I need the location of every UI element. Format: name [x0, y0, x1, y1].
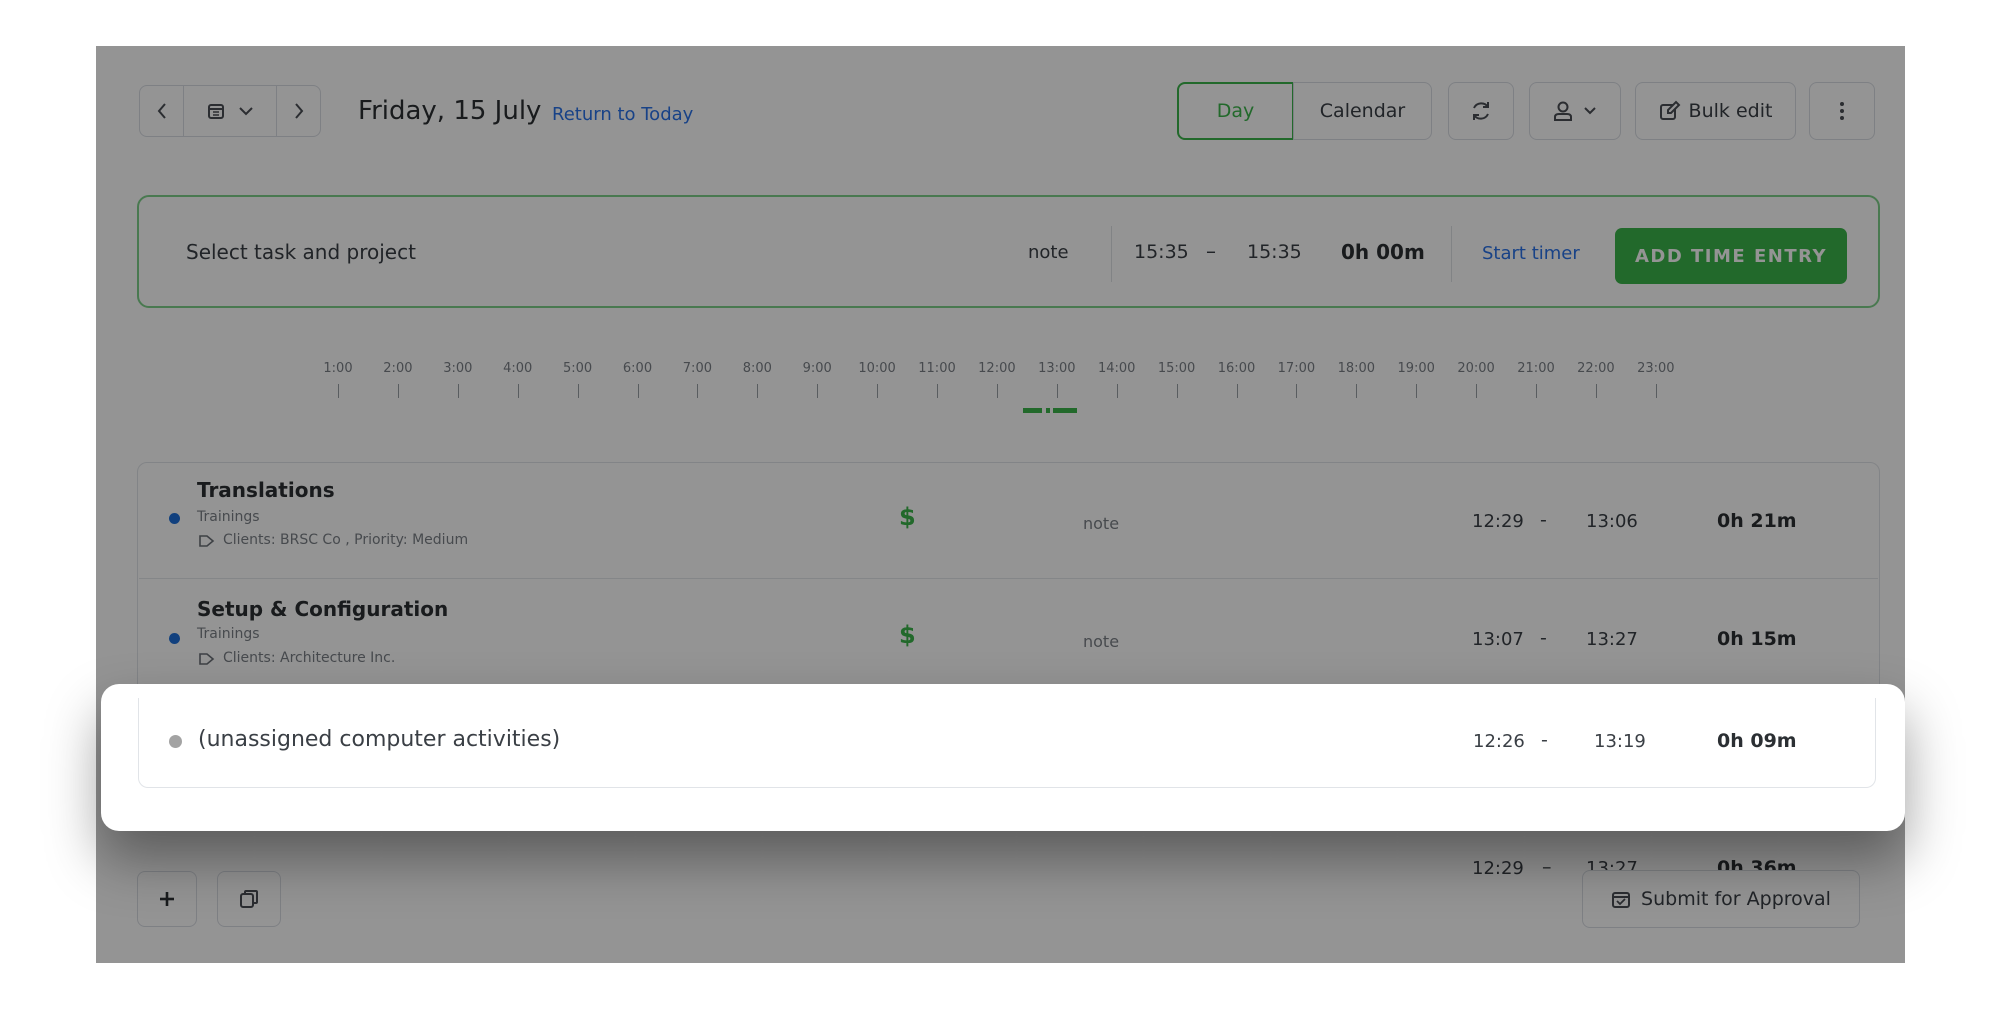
timeline-tick: [877, 384, 879, 398]
timeline-tick: [1655, 384, 1657, 398]
timeline-tick: [1116, 384, 1118, 398]
timeline-hour-label: 17:00: [1277, 361, 1316, 376]
timeline-tick: [397, 384, 399, 398]
calendar-check-icon: [1612, 892, 1631, 908]
timeline-tick: [1595, 384, 1597, 398]
timeline-hour-label: 18:00: [1337, 361, 1376, 376]
total-dash: –: [1542, 856, 1552, 878]
entry-project-name: Trainings: [197, 509, 260, 525]
timeline-tick: [637, 384, 639, 398]
total-start-time: 12:29: [1472, 858, 1524, 879]
entry-tags: Clients: Architecture Inc.: [223, 650, 396, 666]
row-divider: [139, 578, 1878, 579]
entry-dash: -: [1540, 627, 1547, 649]
timeline-tick: [757, 384, 759, 398]
timeline-tick: [1296, 384, 1298, 398]
timeline-hour-label: 11:00: [918, 361, 956, 376]
timeline-activity-bar: [1023, 408, 1042, 413]
unassigned-start-time[interactable]: 12:26: [1473, 731, 1525, 752]
timeline-hour-label: 8:00: [742, 361, 772, 376]
timeline-hour-label: 13:00: [1038, 361, 1076, 376]
timeline-hour-label: 21:00: [1517, 361, 1555, 376]
timeline-activity-bar: [1046, 408, 1050, 413]
unassigned-activities-label[interactable]: (unassigned computer activities): [198, 727, 560, 752]
timeline-hour-label: 10:00: [858, 361, 896, 376]
timeline-hour-label: 6:00: [622, 361, 653, 376]
timeline-hour-label: 3:00: [443, 361, 473, 376]
entries-list: [137, 462, 1880, 712]
timeline-tick: [697, 384, 699, 398]
status-dot: [169, 513, 180, 524]
entry-note[interactable]: note: [1083, 632, 1119, 651]
timeline-tick: [1416, 384, 1418, 398]
status-dot: [169, 633, 180, 644]
entry-tags: Clients: BRSC Co , Priority: Medium: [223, 532, 469, 548]
timeline-hour-label: 20:00: [1457, 361, 1495, 376]
timeline-hour-label: 22:00: [1577, 361, 1615, 376]
entry-start-time[interactable]: 12:29: [1472, 511, 1524, 532]
timeline-tick: [457, 384, 459, 398]
day-timeline: 1:00 2:00 3:00 4:00 5:00 6:00 7:00 8:00 9:00 10:0…: [96, 46, 1905, 406]
add-entry-button[interactable]: [137, 871, 197, 927]
timeline-tick: [937, 384, 938, 398]
timeline-tick: [1356, 384, 1358, 398]
unassigned-end-time[interactable]: 13:19: [1594, 731, 1646, 752]
copy-entries-button[interactable]: [217, 871, 281, 927]
timeline-tick: [517, 384, 519, 398]
timeline-hour-label: 19:00: [1397, 361, 1435, 376]
timeline-tick: [338, 384, 339, 398]
entry-note[interactable]: note: [1083, 514, 1119, 533]
timeline-tick: [817, 384, 819, 398]
timeline-tick: [1236, 384, 1238, 398]
timeline-tick: [1056, 384, 1058, 398]
submit-approval-button[interactable]: Submit for Approval: [1582, 870, 1860, 928]
status-dot: [169, 735, 182, 748]
entry-task-name[interactable]: Setup & Configuration: [197, 597, 448, 621]
timeline-tick: [1176, 384, 1178, 398]
entry-project-name: Trainings: [197, 626, 260, 642]
timeline-hour-label: 1:00: [323, 361, 353, 376]
billable-icon[interactable]: $: [899, 503, 916, 531]
timeline-tick: [996, 384, 998, 398]
unassigned-duration[interactable]: 0h 09m: [1717, 730, 1797, 752]
timeline-hour-label: 14:00: [1097, 361, 1136, 376]
timeline-hour-label: 12:00: [978, 361, 1016, 376]
timeline-tick: [1536, 384, 1537, 398]
entry-end-time[interactable]: 13:06: [1586, 511, 1638, 532]
entry-start-time[interactable]: 13:07: [1472, 629, 1524, 650]
timeline-activity-bar: [1053, 408, 1077, 413]
entry-task-name[interactable]: Translations: [197, 478, 335, 502]
timeline-hour-label: 2:00: [383, 361, 413, 376]
submit-approval-label: Submit for Approval: [1641, 888, 1831, 910]
timeline-hour-label: 9:00: [802, 361, 832, 376]
timeline-hour-label: 15:00: [1157, 361, 1196, 376]
tag-icon: [199, 533, 215, 552]
timeline-hour-label: 5:00: [562, 361, 593, 376]
timeline-hour-label: 16:00: [1217, 361, 1256, 376]
highlighted-unassigned-row: (unassigned computer activities) 12:26 -…: [101, 684, 1905, 831]
plus-icon: [160, 892, 174, 906]
timeline-tick: [577, 384, 579, 398]
tag-icon: [199, 651, 215, 670]
entry-end-time[interactable]: 13:27: [1586, 629, 1638, 650]
timeline-tick: [1476, 384, 1478, 398]
unassigned-dash: -: [1541, 729, 1548, 751]
entry-duration[interactable]: 0h 15m: [1717, 628, 1797, 650]
entry-duration[interactable]: 0h 21m: [1717, 510, 1797, 532]
timeline-hour-label: 4:00: [503, 361, 533, 376]
entry-dash: -: [1540, 509, 1547, 531]
timeline-hour-label: 23:00: [1637, 361, 1675, 376]
timeline-hour-label: 7:00: [682, 361, 712, 376]
copy-icon: [240, 890, 258, 908]
billable-icon[interactable]: $: [899, 621, 916, 649]
